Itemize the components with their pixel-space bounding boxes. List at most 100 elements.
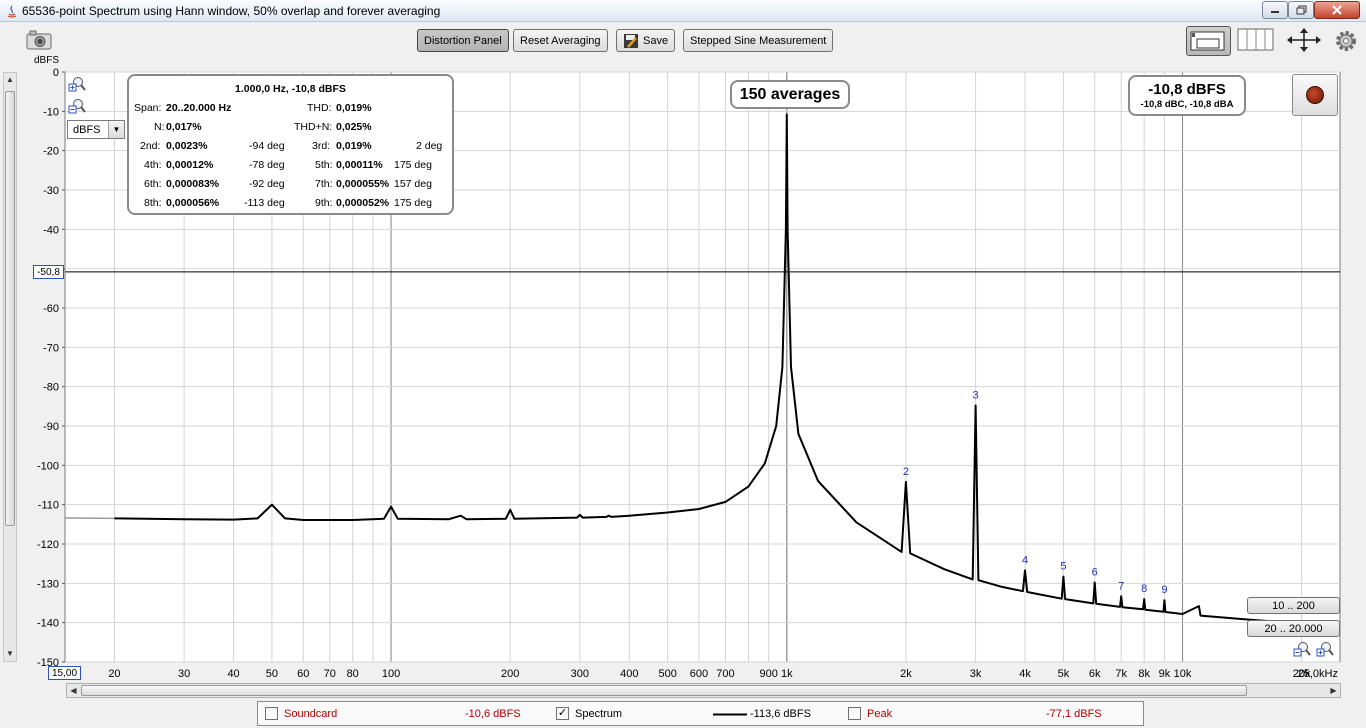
harmonic-7-value: 0,000055% (336, 178, 390, 190)
x-tick-label: 30 (178, 668, 190, 680)
span-label: Span: (134, 102, 162, 114)
harmonic-6-label: 6th: (144, 178, 162, 190)
x-tick-label: 50 (266, 668, 278, 680)
y-axis-ticks: 0-10-20-30-40-50-60-70-80-90-100-110-120… (37, 67, 65, 669)
x-tick-label: 7k (1115, 668, 1127, 680)
zoom-out-y-button[interactable] (68, 98, 86, 114)
harmonic-8-label: 8th: (144, 197, 162, 209)
chevron-down-icon[interactable]: ▼ (108, 121, 124, 138)
harmonic-4-label: 4th: (144, 159, 162, 171)
harmonic-marker-label: 6 (1092, 567, 1098, 579)
harmonic-7-phase: 157 deg (394, 178, 432, 190)
x-axis-ticks: 20 30 40 50 60 70 80 100 200 300 400 500 600 700 900 1k… (108, 668, 1338, 680)
harmonic-2-label: 2nd: (140, 140, 161, 152)
legend-item-peak[interactable]: Peak (848, 707, 892, 720)
peak-label: Peak (867, 707, 893, 720)
harmonic-9-phase: 175 deg (394, 197, 432, 209)
harmonic-marker-label: 2 (903, 466, 909, 478)
spectrum-checkbox[interactable]: ✓ (556, 707, 569, 720)
harmonic-4-phase: -78 deg (249, 159, 285, 171)
y-tick-label: -70 (43, 342, 59, 354)
horizontal-scrollbar[interactable]: ◀ ▶ (66, 683, 1341, 698)
y-unit-select[interactable]: dBFS ▼ (67, 120, 125, 139)
magnifier-minus-icon (68, 99, 86, 114)
magnifier-minus-icon (1293, 642, 1311, 657)
range-10-200-button[interactable]: 10 .. 200 (1247, 597, 1340, 614)
peak-value: -77,1 dBFS (1046, 708, 1102, 720)
range-20-20000-button[interactable]: 20 .. 20.000 (1247, 620, 1340, 637)
scroll-right-arrow-icon[interactable]: ▶ (1327, 684, 1340, 697)
y-tick-label: -110 (38, 500, 59, 512)
x-tick-label: 4k (1019, 668, 1031, 680)
harmonic-3-label: 3rd: (312, 140, 331, 152)
x-tick-label: 40 (227, 668, 239, 680)
soundcard-checkbox[interactable] (265, 707, 278, 720)
level-main-value: -10,8 dBFS (1148, 81, 1226, 98)
y-tick-label: -80 (43, 382, 59, 394)
legend-item-spectrum[interactable]: ✓ Spectrum (556, 707, 622, 720)
zoom-in-y-button[interactable] (68, 76, 86, 92)
y-tick-label: -100 (37, 460, 59, 472)
thd-value: 0,019% (336, 102, 372, 114)
x-tick-label: 10k (1174, 668, 1192, 680)
x-axis-min-value[interactable]: 15,00 (48, 666, 81, 680)
y-unit-select-value: dBFS (73, 123, 101, 136)
spectrum-label: Spectrum (575, 707, 623, 720)
y-tick-label: -140 (37, 618, 59, 630)
harmonic-2-value: 0,0023% (166, 140, 208, 152)
level-readout-badge: -10,8 dBFS -10,8 dBC, -10,8 dBA (1128, 75, 1246, 116)
harmonic-3-phase: 2 deg (416, 140, 443, 152)
harmonic-marker-label: 5 (1060, 561, 1066, 573)
harmonic-marker-label: 8 (1141, 583, 1147, 595)
thdn-value: 0,025% (336, 121, 372, 133)
scroll-left-arrow-icon[interactable]: ◀ (67, 684, 80, 697)
soundcard-label: Soundcard (284, 707, 338, 720)
harmonic-9-label: 9th: (315, 197, 333, 209)
x-tick-label: 8k (1138, 668, 1150, 680)
x-tick-label: 70 (324, 668, 336, 680)
x-tick-label: 600 (690, 668, 708, 680)
harmonic-6-phase: -92 deg (249, 178, 285, 190)
legend-item-soundcard[interactable]: Soundcard (265, 707, 337, 720)
x-tick-label: 25,0kHz (1298, 668, 1338, 680)
x-tick-label: 400 (620, 668, 638, 680)
harmonic-4-value: 0,00012% (166, 159, 214, 171)
zoom-in-x-button[interactable] (1316, 641, 1334, 657)
y-tick-label: 0 (53, 67, 59, 79)
harmonic-3-value: 0,019% (336, 140, 372, 152)
x-tick-label: 3k (970, 668, 982, 680)
magnifier-plus-icon (68, 77, 86, 92)
magnifier-plus-icon (1316, 642, 1334, 657)
y-tick-label: -30 (43, 185, 59, 197)
x-tick-label: 1k (781, 668, 793, 680)
x-tick-label: 100 (382, 668, 400, 680)
record-icon (1306, 86, 1324, 104)
harmonic-9-value: 0,000052% (336, 197, 390, 209)
y-tick-label: -10 (43, 106, 59, 118)
averages-badge: 150 averages (730, 80, 850, 109)
y-tick-label: -60 (43, 303, 59, 315)
x-tick-label: 300 (571, 668, 589, 680)
level-weighted-values: -10,8 dBC, -10,8 dBA (1140, 99, 1234, 110)
horizontal-scroll-thumb[interactable] (81, 685, 1247, 696)
y-tick-label: -130 (37, 578, 59, 590)
span-value: 20..20.000 Hz (166, 102, 232, 114)
record-button[interactable] (1292, 74, 1338, 116)
distortion-panel: 1.000,0 Hz, -10,8 dBFS Span: 20..20.000 … (127, 74, 454, 215)
harmonic-7-label: 7th: (315, 178, 333, 190)
y-tick-label: -40 (43, 224, 59, 236)
peak-checkbox[interactable] (848, 707, 861, 720)
harmonic-marker-label: 3 (973, 390, 979, 402)
cursor-level-value[interactable]: -50,8 (33, 265, 64, 279)
zoom-out-x-button[interactable] (1293, 641, 1311, 657)
harmonic-5-phase: 175 deg (394, 159, 432, 171)
x-tick-label: 6k (1089, 668, 1101, 680)
y-tick-label: -120 (37, 539, 59, 551)
harmonic-6-value: 0,000083% (166, 178, 220, 190)
harmonic-5-label: 5th: (315, 159, 333, 171)
noise-label: N: (154, 121, 165, 133)
trace-legend: Soundcard -10,6 dBFS ✓ Spectrum -113,6 d… (257, 701, 1144, 726)
x-tick-label: 2k (900, 668, 912, 680)
x-tick-label: 20 (108, 668, 120, 680)
spectrum-line-swatch (713, 713, 747, 716)
